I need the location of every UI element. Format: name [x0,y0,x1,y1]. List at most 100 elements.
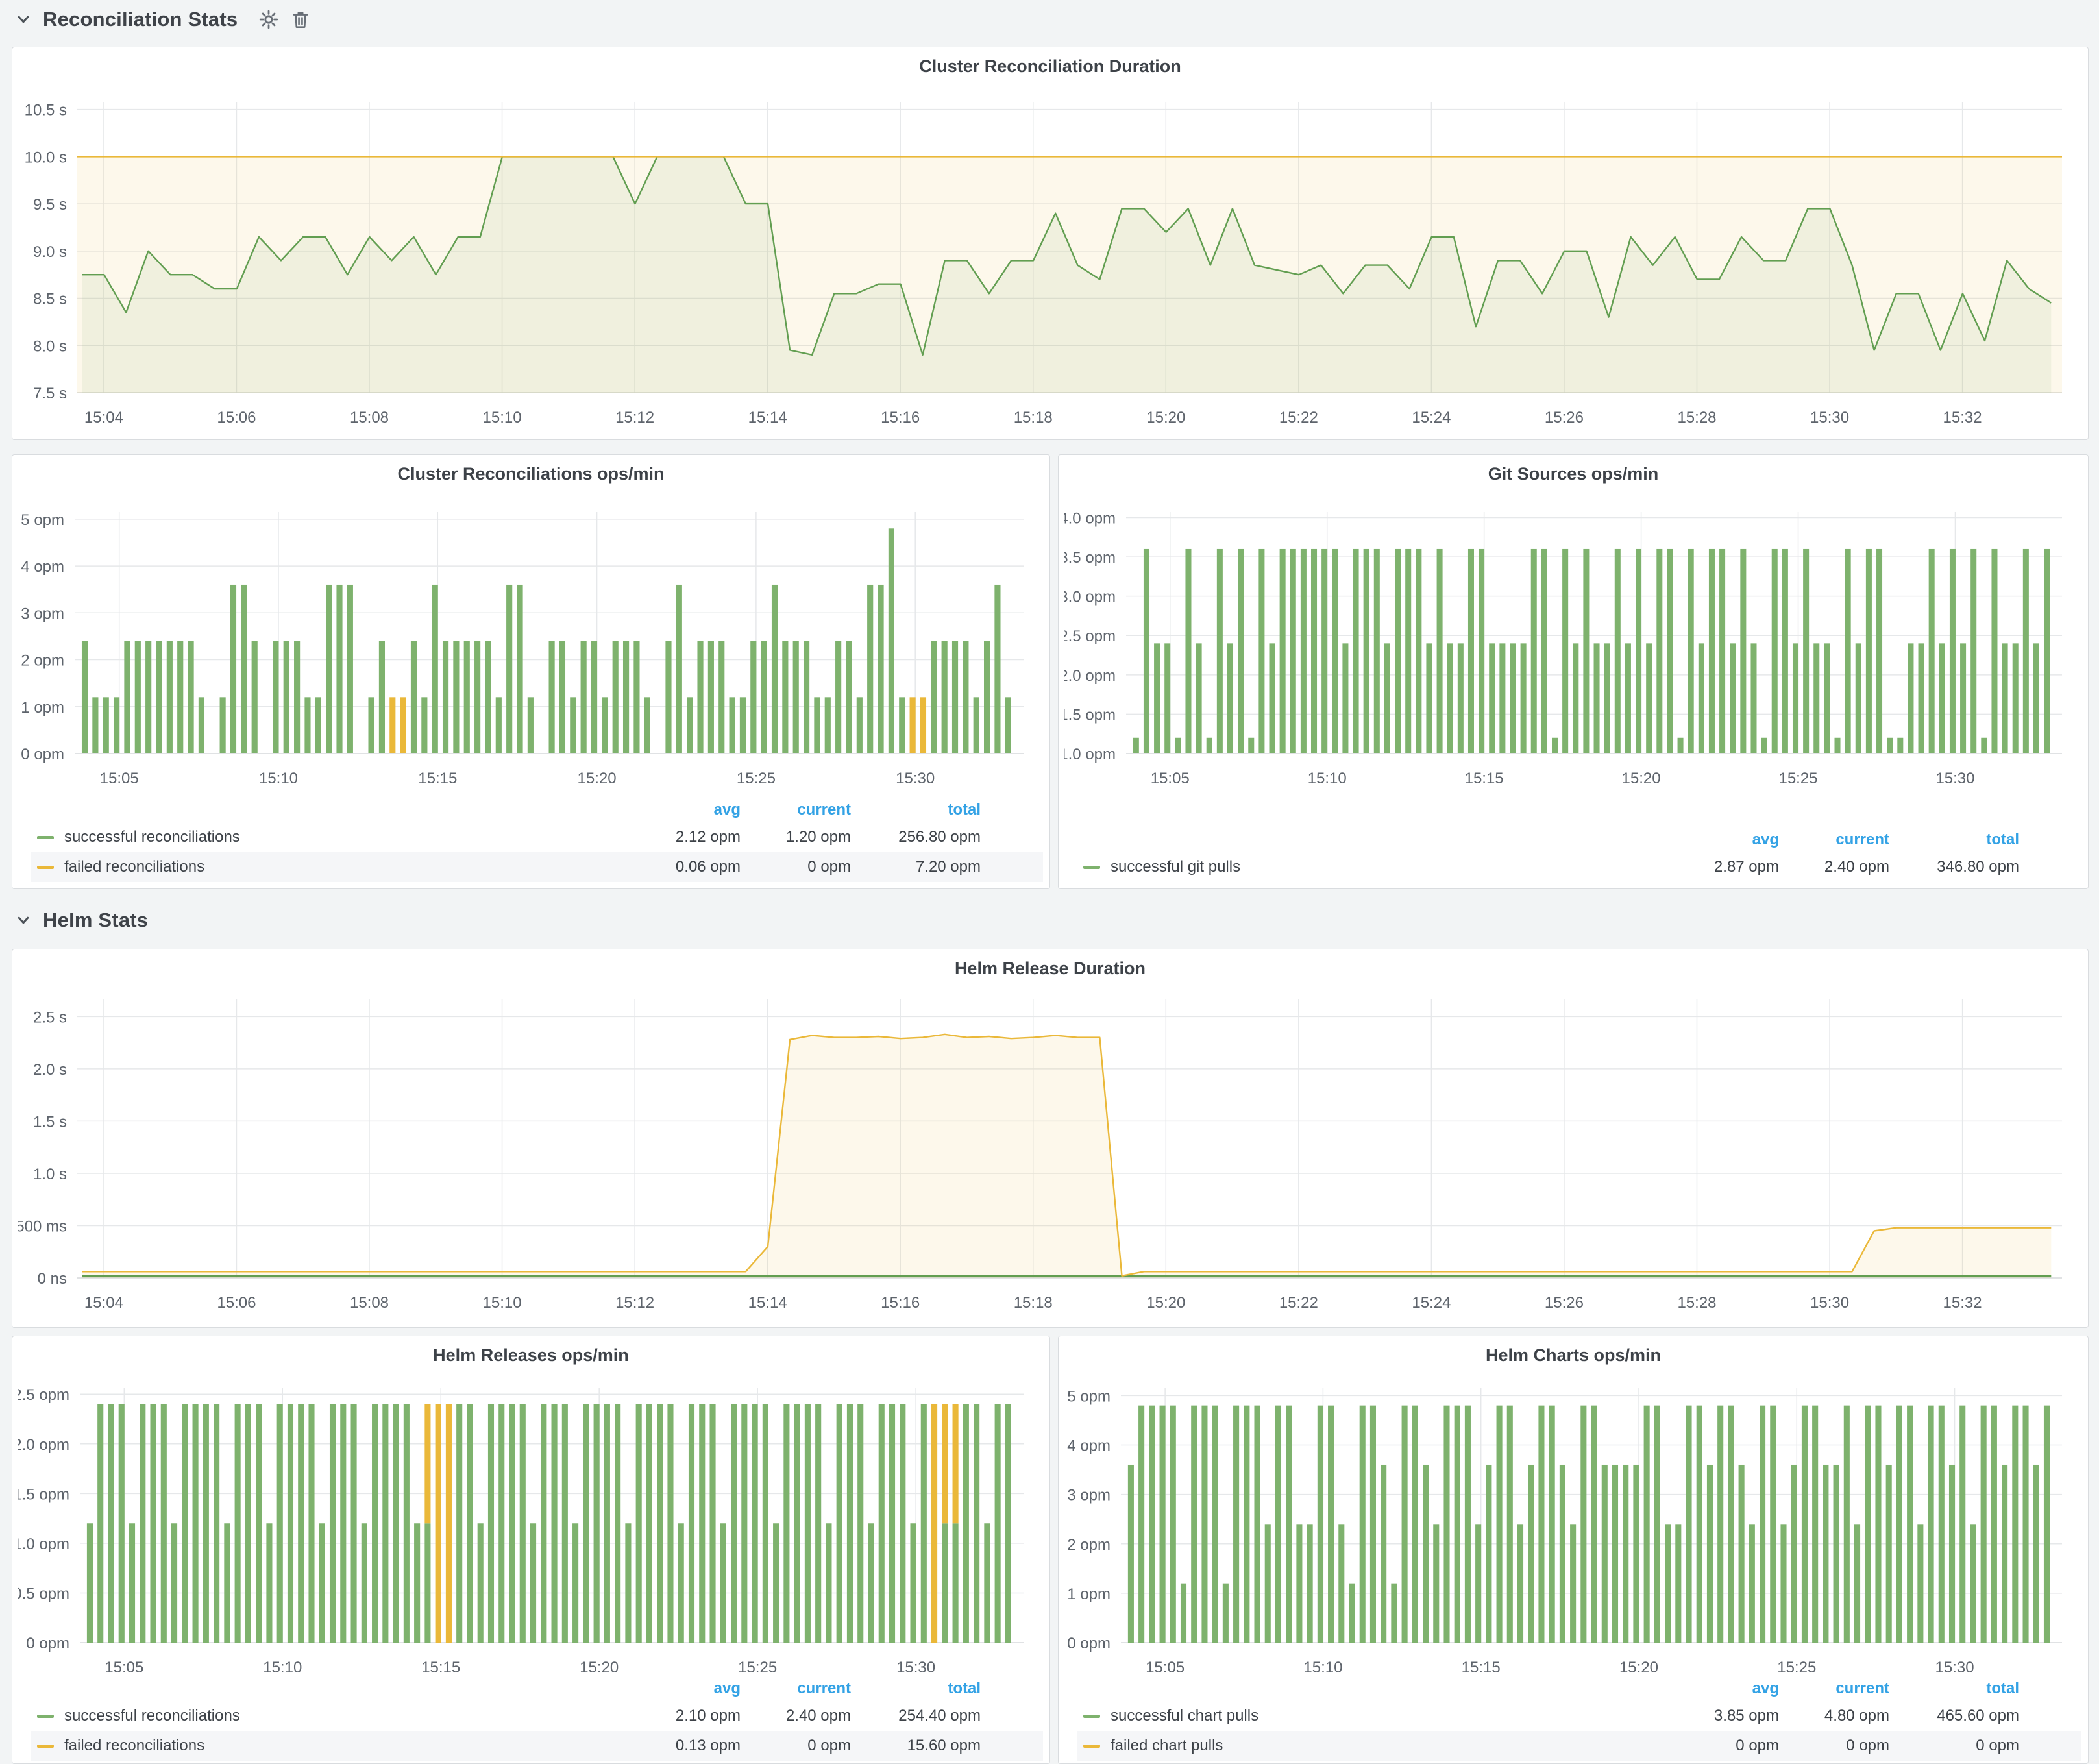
panel-title[interactable]: Git Sources ops/min [1059,464,2088,484]
series-swatch [1083,1715,1100,1718]
svg-text:15:10: 15:10 [483,409,522,426]
svg-text:15:20: 15:20 [1146,1294,1185,1312]
series-total: 7.20 opm [851,858,981,876]
svg-text:15:26: 15:26 [1545,409,1584,426]
legend-col-avg[interactable]: avg [630,801,741,819]
section-header-reconciliation-stats[interactable]: Reconciliation Stats [16,8,310,31]
series-total: 256.80 opm [851,828,981,846]
legend-row[interactable]: failed reconciliations 0.06 opm 0 opm 7.… [31,852,1043,882]
series-swatch [37,1745,54,1748]
svg-text:15:24: 15:24 [1412,409,1451,426]
series-label[interactable]: failed reconciliations [64,1737,204,1755]
svg-text:15:28: 15:28 [1677,1294,1716,1312]
legend-row[interactable]: successful chart pulls 3.85 opm 4.80 opm… [1077,1701,2081,1731]
svg-text:15:20: 15:20 [1146,409,1185,426]
svg-text:8.0 s: 8.0 s [33,337,67,355]
svg-text:15:10: 15:10 [1308,770,1347,787]
legend-row[interactable]: failed chart pulls 0 opm 0 opm 0 opm [1077,1731,2081,1761]
svg-text:3 opm: 3 opm [21,605,64,622]
svg-text:0 opm: 0 opm [26,1635,69,1652]
svg-text:15:15: 15:15 [421,1659,460,1676]
series-current: 0 opm [1779,1737,1889,1755]
svg-text:15:25: 15:25 [737,770,776,787]
panel-title[interactable]: Helm Charts ops/min [1059,1345,2088,1366]
series-current: 2.40 opm [1779,858,1889,876]
panel-cluster-reconciliations-opm: Cluster Reconciliations ops/min 15:0515:… [12,454,1050,889]
svg-text:15:16: 15:16 [881,409,920,426]
series-avg: 2.87 opm [1669,858,1779,876]
legend-col-current[interactable]: current [741,1680,851,1698]
bar-plot[interactable]: 15:0515:1015:1515:2015:2515:301.0 opm1.5… [1064,491,2079,792]
section-header-helm-stats[interactable]: Helm Stats [16,909,148,932]
chevron-down-icon[interactable] [16,12,31,27]
series-avg: 2.10 opm [630,1707,741,1725]
series-label[interactable]: successful reconciliations [64,1707,240,1725]
series-label[interactable]: successful chart pulls [1111,1707,1258,1725]
svg-text:15:25: 15:25 [738,1659,777,1676]
series-swatch [1083,1745,1100,1748]
svg-text:3.0 opm: 3.0 opm [1064,589,1116,606]
svg-text:15:20: 15:20 [580,1659,619,1676]
svg-text:15:14: 15:14 [748,409,787,426]
svg-text:0 ns: 0 ns [38,1270,67,1288]
bar-plot[interactable]: 15:0515:1015:1515:2015:2515:300 opm1 opm… [18,491,1040,792]
legend-col-avg[interactable]: avg [1669,1680,1779,1698]
legend-col-avg[interactable]: avg [630,1680,741,1698]
svg-text:15:15: 15:15 [1462,1659,1501,1676]
legend-row[interactable]: successful reconciliations 2.10 opm 2.40… [31,1701,1043,1731]
legend-row[interactable]: successful reconciliations 2.12 opm 1.20… [31,822,1043,852]
svg-text:2.5 opm: 2.5 opm [18,1386,69,1404]
svg-text:15:28: 15:28 [1677,409,1716,426]
legend-col-current[interactable]: current [1779,831,1889,849]
svg-text:15:15: 15:15 [418,770,457,787]
svg-text:15:10: 15:10 [1303,1659,1342,1676]
svg-text:1.0 opm: 1.0 opm [18,1536,69,1553]
svg-text:3 opm: 3 opm [1067,1487,1111,1504]
series-label[interactable]: failed chart pulls [1111,1737,1223,1755]
series-label[interactable]: successful reconciliations [64,828,240,846]
legend-col-current[interactable]: current [741,801,851,819]
svg-text:5 opm: 5 opm [1067,1388,1111,1405]
svg-text:15:05: 15:05 [100,770,139,787]
bar-plot[interactable]: 15:0515:1015:1515:2015:2515:300 opm1 opm… [1064,1370,2079,1680]
svg-text:15:30: 15:30 [1810,1294,1849,1312]
svg-text:10.5 s: 10.5 s [25,102,67,119]
svg-text:9.0 s: 9.0 s [33,243,67,261]
legend-col-current[interactable]: current [1779,1680,1889,1698]
time-series-plot[interactable]: 15:0415:0615:0815:1015:1215:1415:1615:18… [18,982,2079,1319]
legend-row[interactable]: failed reconciliations 0.13 opm 0 opm 15… [31,1731,1043,1761]
bar-plot[interactable]: 15:0515:1015:1515:2015:2515:300 opm0.5 o… [18,1370,1040,1680]
legend-col-total[interactable]: total [1889,831,2019,849]
section-title[interactable]: Reconciliation Stats [43,8,238,31]
svg-text:0 opm: 0 opm [1067,1635,1111,1652]
series-label[interactable]: successful git pulls [1111,858,1240,876]
gear-icon[interactable] [258,9,279,30]
panel-title[interactable]: Cluster Reconciliations ops/min [12,464,1050,484]
section-title[interactable]: Helm Stats [43,909,148,932]
svg-text:15:12: 15:12 [615,1294,654,1312]
legend-col-total[interactable]: total [851,801,981,819]
svg-text:15:20: 15:20 [1622,770,1661,787]
panel-title[interactable]: Helm Releases ops/min [12,1345,1050,1366]
legend-col-total[interactable]: total [851,1680,981,1698]
trash-icon[interactable] [291,10,310,29]
legend-row[interactable]: successful git pulls 2.87 opm 2.40 opm 3… [1077,852,2081,882]
time-series-plot[interactable]: 15:0415:0615:0815:1015:1215:1415:1615:18… [18,82,2079,433]
legend-col-avg[interactable]: avg [1669,831,1779,849]
svg-text:1.0 s: 1.0 s [33,1166,67,1183]
svg-text:1 opm: 1 opm [1067,1586,1111,1603]
series-total: 346.80 opm [1889,858,2019,876]
svg-text:15:04: 15:04 [84,409,123,426]
svg-text:4 opm: 4 opm [21,558,64,576]
svg-text:2.0 opm: 2.0 opm [1064,667,1116,685]
legend-col-total[interactable]: total [1889,1680,2019,1698]
svg-text:15:30: 15:30 [1935,1659,1974,1676]
panel-title[interactable]: Helm Release Duration [12,959,2088,979]
svg-text:15:10: 15:10 [483,1294,522,1312]
svg-text:15:16: 15:16 [881,1294,920,1312]
series-label[interactable]: failed reconciliations [64,858,204,876]
chevron-down-icon[interactable] [16,913,31,928]
panel-title[interactable]: Cluster Reconciliation Duration [12,56,2088,77]
svg-text:1.5 opm: 1.5 opm [1064,706,1116,724]
panel-helm-charts-opm: Helm Charts ops/min 15:0515:1015:1515:20… [1058,1336,2089,1764]
